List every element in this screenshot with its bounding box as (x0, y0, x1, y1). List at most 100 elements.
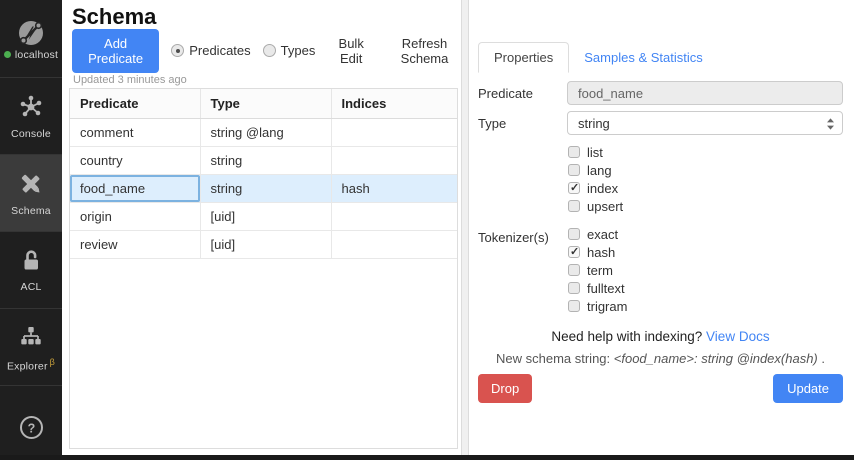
beta-badge: β (50, 357, 55, 367)
flags-spacer (478, 143, 567, 215)
cell-indices[interactable] (331, 147, 457, 175)
tab-properties[interactable]: Properties (478, 42, 569, 73)
checkbox-label: index (587, 181, 618, 196)
indexing-help-line: Need help with indexing? View Docs (478, 329, 843, 344)
list-checkbox[interactable] (568, 146, 580, 158)
checkbox-option-list[interactable]: list (567, 143, 843, 161)
connection-label: localhost (15, 49, 58, 61)
cell-indices[interactable] (331, 203, 457, 231)
sidebar: localhost Console (0, 0, 62, 460)
type-select[interactable]: string (567, 111, 843, 135)
trigram-checkbox[interactable] (568, 300, 580, 312)
tokenizer-checkbox-list: exact hash term fulltexttrigram (567, 225, 843, 315)
column-header-type[interactable]: Type (200, 89, 331, 119)
checkbox-label: hash (587, 245, 615, 260)
index-checkbox[interactable] (568, 182, 580, 194)
checkbox-option-fulltext[interactable]: fulltext (567, 279, 843, 297)
schema-toolbar: Add Predicate Predicates Types Bulk Edit… (72, 37, 462, 64)
type-field-label: Type (478, 111, 567, 135)
cell-predicate[interactable]: origin (70, 203, 200, 231)
cell-indices[interactable]: hash (331, 175, 457, 203)
schema-table-body: commentstring @langcountrystringfood_nam… (70, 119, 457, 259)
checkbox-label: list (587, 145, 603, 160)
column-header-indices[interactable]: Indices (331, 89, 457, 119)
drop-button[interactable]: Drop (478, 374, 532, 403)
type-select-value: string (578, 116, 610, 131)
cell-predicate[interactable]: country (70, 147, 200, 175)
cell-type[interactable]: [uid] (200, 203, 331, 231)
sidebar-item-acl[interactable]: ACL (0, 232, 62, 309)
lang-checkbox[interactable] (568, 164, 580, 176)
action-buttons-row: Drop Update (478, 374, 843, 403)
sidebar-item-connection[interactable]: localhost (0, 0, 62, 78)
predicate-form: Predicate Type string (478, 81, 843, 403)
radio-label: Predicates (189, 43, 250, 58)
cell-predicate[interactable]: comment (70, 119, 200, 147)
checkbox-option-hash[interactable]: hash (567, 243, 843, 261)
sidebar-item-help[interactable]: ? (0, 386, 62, 460)
cell-type[interactable]: string (200, 175, 331, 203)
table-row[interactable]: review[uid] (70, 231, 457, 259)
sidebar-item-schema[interactable]: Schema (0, 155, 62, 232)
radio-predicates[interactable]: Predicates (171, 43, 250, 58)
checkbox-label: lang (587, 163, 612, 178)
checkbox-option-term[interactable]: term (567, 261, 843, 279)
radio-label: Types (281, 43, 316, 58)
upsert-checkbox[interactable] (568, 200, 580, 212)
column-header-predicate[interactable]: Predicate (70, 89, 200, 119)
bottom-status-bar (0, 455, 854, 460)
checkbox-option-exact[interactable]: exact (567, 225, 843, 243)
new-schema-string: New schema string: <food_name>: string @… (478, 351, 843, 366)
app-window: localhost Console (0, 0, 854, 460)
table-row[interactable]: commentstring @lang (70, 119, 457, 147)
cell-predicate[interactable]: food_name (70, 175, 200, 203)
checkbox-label: term (587, 263, 613, 278)
connection-status-dot (4, 51, 11, 58)
refresh-schema-button[interactable]: Refresh Schema (387, 36, 462, 66)
dgraph-logo-icon (15, 17, 47, 49)
select-stepper-icon (825, 117, 836, 131)
view-docs-link[interactable]: View Docs (706, 329, 770, 344)
flag-checkbox-list: list lang index upsert (567, 143, 843, 215)
hash-checkbox[interactable] (568, 246, 580, 258)
checkbox-option-lang[interactable]: lang (567, 161, 843, 179)
cell-type[interactable]: [uid] (200, 231, 331, 259)
table-header-row: Predicate Type Indices (70, 89, 457, 119)
sidebar-item-label: Console (11, 128, 51, 140)
table-row[interactable]: origin[uid] (70, 203, 457, 231)
cell-indices[interactable] (331, 119, 457, 147)
checkbox-label: fulltext (587, 281, 625, 296)
table-row[interactable]: countrystring (70, 147, 457, 175)
predicates-radio[interactable] (171, 44, 184, 57)
update-button[interactable]: Update (773, 374, 843, 403)
tab-samples-statistics[interactable]: Samples & Statistics (569, 43, 718, 72)
types-radio[interactable] (263, 44, 276, 57)
graph-network-icon (16, 92, 46, 122)
term-checkbox[interactable] (568, 264, 580, 276)
table-row[interactable]: food_namestringhash (70, 175, 457, 203)
predicate-name-input[interactable] (567, 81, 843, 105)
checkbox-label: upsert (587, 199, 623, 214)
panel-tabs: Properties Samples & Statistics (478, 42, 843, 73)
add-predicate-button[interactable]: Add Predicate (72, 29, 159, 73)
radio-types[interactable]: Types (263, 43, 316, 58)
predicates-table-container: Predicate Type Indices commentstring @la… (69, 88, 458, 449)
sidebar-item-console[interactable]: Console (0, 78, 62, 155)
cell-indices[interactable] (331, 231, 457, 259)
cell-type[interactable]: string (200, 147, 331, 175)
predicate-properties-panel: Properties Samples & Statistics Predicat… (469, 0, 854, 455)
checkbox-option-upsert[interactable]: upsert (567, 197, 843, 215)
exact-checkbox[interactable] (568, 228, 580, 240)
schema-list-panel: Schema Add Predicate Predicates Types Bu… (62, 0, 462, 455)
sidebar-item-explorer[interactable]: Explorerβ (0, 309, 62, 386)
checkbox-option-index[interactable]: index (567, 179, 843, 197)
panel-resize-gutter[interactable] (461, 0, 469, 455)
cell-predicate[interactable]: review (70, 231, 200, 259)
bulk-edit-button[interactable]: Bulk Edit (331, 36, 371, 66)
schema-tools-icon (16, 169, 46, 199)
predicates-table: Predicate Type Indices commentstring @la… (70, 89, 457, 259)
cell-type[interactable]: string @lang (200, 119, 331, 147)
fulltext-checkbox[interactable] (568, 282, 580, 294)
checkbox-option-trigram[interactable]: trigram (567, 297, 843, 315)
predicate-field-label: Predicate (478, 81, 567, 105)
